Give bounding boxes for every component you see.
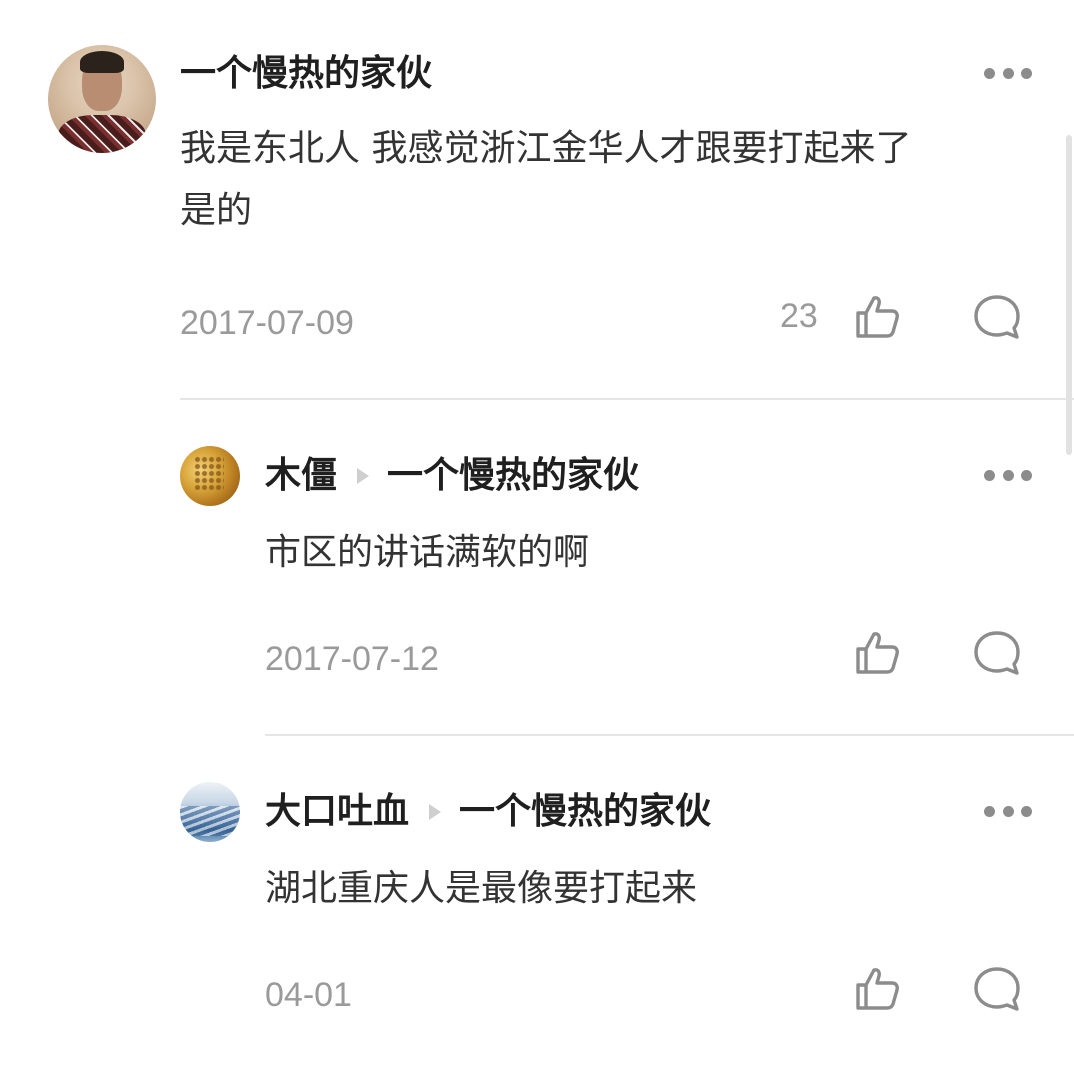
dot xyxy=(1021,67,1032,79)
reply-2-like-thumbs-up-icon[interactable] xyxy=(852,964,902,1014)
comment-date: 2017-07-09 xyxy=(180,304,354,342)
dot xyxy=(1021,805,1032,817)
comment-like-thumbs-up-icon[interactable] xyxy=(852,292,902,342)
reply-1-author-name[interactable]: 木僵 xyxy=(265,454,337,498)
reply-1-like-thumbs-up-icon[interactable] xyxy=(852,628,902,678)
comment-more-options-icon[interactable] xyxy=(984,66,1032,80)
reply-2-header: 大口吐血 一个慢热的家伙 xyxy=(265,790,711,834)
dot xyxy=(984,805,995,817)
dot xyxy=(1021,469,1032,481)
dot xyxy=(984,67,995,79)
comment-text: 我是东北人 我感觉浙江金华人才跟要打起来了 是的 xyxy=(180,118,1040,242)
dot xyxy=(1002,67,1014,79)
reply-1-date: 2017-07-12 xyxy=(265,640,439,678)
reply-1-author-avatar[interactable] xyxy=(180,446,240,506)
reply-2-author-name[interactable]: 大口吐血 xyxy=(265,790,409,834)
comment-reply-bubble-icon[interactable] xyxy=(972,292,1022,342)
reply-to-arrow-icon xyxy=(357,468,370,484)
reply-1-header: 木僵 一个慢热的家伙 xyxy=(265,454,639,498)
reply-to-arrow-icon xyxy=(429,804,442,820)
reply-1-divider xyxy=(265,734,1074,736)
avatar-sweater xyxy=(58,115,146,153)
reply-2-reply-bubble-icon[interactable] xyxy=(972,964,1022,1014)
reply-2-target-name[interactable]: 一个慢热的家伙 xyxy=(459,790,711,834)
comment-like-count: 23 xyxy=(780,297,818,335)
scrollbar[interactable] xyxy=(1066,135,1072,455)
reply-1-target-name[interactable]: 一个慢热的家伙 xyxy=(387,454,639,498)
reply-2-more-options-icon[interactable] xyxy=(984,804,1032,818)
reply-2-author-avatar[interactable] xyxy=(180,782,240,842)
dot xyxy=(1002,805,1014,817)
reply-1-reply-bubble-icon[interactable] xyxy=(972,628,1022,678)
comment-text-line-1: 我是东北人 我感觉浙江金华人才跟要打起来了 xyxy=(180,128,912,169)
reply-1-more-options-icon[interactable] xyxy=(984,468,1032,482)
avatar-pattern xyxy=(180,806,240,836)
reply-1-text: 市区的讲话满软的啊 xyxy=(265,532,590,573)
dot xyxy=(984,469,995,481)
reply-2-text: 湖北重庆人是最像要打起来 xyxy=(265,868,698,909)
avatar-hair xyxy=(80,51,124,73)
comment-text-line-2: 是的 xyxy=(180,190,253,231)
comment-divider xyxy=(180,398,1074,400)
reply-2-date: 04-01 xyxy=(265,976,352,1014)
comment-author-avatar[interactable] xyxy=(48,45,156,153)
comment-author-name[interactable]: 一个慢热的家伙 xyxy=(180,52,432,96)
avatar-pattern xyxy=(194,456,224,490)
dot xyxy=(1002,469,1014,481)
